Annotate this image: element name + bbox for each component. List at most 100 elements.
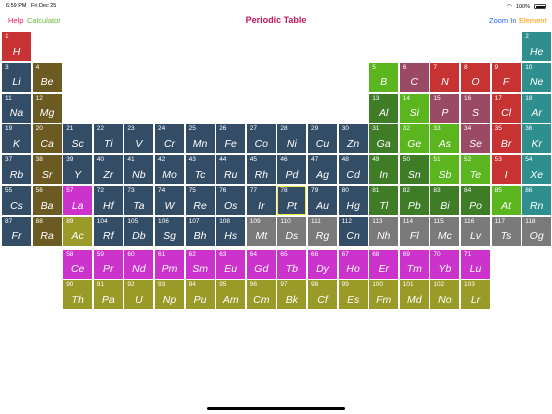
element-cell-rf[interactable]: 104 Rf xyxy=(93,216,123,246)
element-cell-c[interactable]: 6C xyxy=(399,62,429,92)
element-cell-re[interactable]: 75 Re xyxy=(185,186,215,215)
element-cell-mo[interactable]: 42 Mo xyxy=(155,155,184,185)
element-cell-eu[interactable]: 63 Eu xyxy=(216,249,246,279)
element-cell-cs[interactable]: 55 Cs xyxy=(2,186,31,215)
element-cell-se[interactable]: 34 Se xyxy=(461,124,490,154)
element-cell-pr[interactable]: 59 Pr xyxy=(93,249,123,279)
element-cell-fr[interactable]: 87 Fr xyxy=(2,216,31,246)
element-cell-si[interactable]: 14 Si xyxy=(399,93,429,123)
element-cell-rg[interactable]: 111 Rg xyxy=(308,216,337,246)
element-cell-at[interactable]: 85 At xyxy=(491,186,521,215)
element-cell-cn[interactable]: 112 Cn xyxy=(338,216,368,246)
element-cell-pm[interactable]: 61 Pm xyxy=(155,249,184,279)
element-cell-tc[interactable]: 43 Tc xyxy=(185,155,215,185)
element-cell-sg[interactable]: 106 Sg xyxy=(155,216,184,246)
element-cell-np[interactable]: 93 Np xyxy=(155,280,184,310)
element-cell-cl[interactable]: 17 Cl xyxy=(491,93,521,123)
element-cell-au[interactable]: 79 Au xyxy=(308,186,337,215)
element-cell-ra[interactable]: 88 Ra xyxy=(32,216,62,246)
element-cell-ho[interactable]: 67 Ho xyxy=(338,249,368,279)
element-cell-pb[interactable]: 82 Pb xyxy=(399,186,429,215)
element-cell-as[interactable]: 33 As xyxy=(430,124,460,154)
element-cell-no[interactable]: 102 No xyxy=(430,280,460,310)
element-cell-y[interactable]: 39 Y xyxy=(63,155,93,185)
element-cell-ne[interactable]: 10 Ne xyxy=(522,62,552,92)
element-cell-rn[interactable]: 86 Rn xyxy=(522,186,552,215)
element-cell-al[interactable]: 13 Al xyxy=(369,93,399,123)
element-cell-ca[interactable]: 20 Ca xyxy=(32,124,62,154)
element-cell-la[interactable]: 57 La xyxy=(63,186,93,215)
element-cell-hf[interactable]: 72 Hf xyxy=(93,186,123,215)
element-cell-pt[interactable]: 78 Pt xyxy=(277,186,307,215)
element-cell-tm[interactable]: 69 Tm xyxy=(399,249,429,279)
element-cell-be[interactable]: 4 Be xyxy=(32,62,62,92)
element-cell-pd[interactable]: 46 Pd xyxy=(277,155,307,185)
element-cell-nh[interactable]: 113 Nh xyxy=(369,216,399,246)
element-cell-am[interactable]: 95 Am xyxy=(216,280,246,310)
element-cell-md[interactable]: 101 Md xyxy=(399,280,429,310)
element-cell-na[interactable]: 11 Na xyxy=(2,93,31,123)
element-cell-cm[interactable]: 96 Cm xyxy=(246,280,276,310)
element-cell-sm[interactable]: 62 Sm xyxy=(185,249,215,279)
element-cell-ti[interactable]: 22 Ti xyxy=(93,124,123,154)
element-cell-i[interactable]: 53 I xyxy=(491,155,521,185)
element-cell-nd[interactable]: 60 Nd xyxy=(124,249,154,279)
element-cell-br[interactable]: 35 Br xyxy=(491,124,521,154)
element-cell-ba[interactable]: 56 Ba xyxy=(32,186,62,215)
element-cell-h[interactable]: 1H xyxy=(2,32,31,61)
element-cell-fl[interactable]: 114 Fl xyxy=(399,216,429,246)
element-cell-o[interactable]: 8O xyxy=(461,62,490,92)
element-cell-zr[interactable]: 40 Zr xyxy=(93,155,123,185)
element-cell-xe[interactable]: 54 Xe xyxy=(522,155,552,185)
element-cell-n[interactable]: 7N xyxy=(430,62,460,92)
element-cell-ts[interactable]: 117 Ts xyxy=(491,216,521,246)
element-cell-gd[interactable]: 64 Gd xyxy=(246,249,276,279)
element-cell-p[interactable]: 15 P xyxy=(430,93,460,123)
element-cell-dy[interactable]: 66 Dy xyxy=(308,249,337,279)
element-cell-ds[interactable]: 110 Ds xyxy=(277,216,307,246)
element-cell-cr[interactable]: 24 Cr xyxy=(155,124,184,154)
element-cell-co[interactable]: 27 Co xyxy=(246,124,276,154)
element-cell-li[interactable]: 3 Li xyxy=(2,62,31,92)
element-cell-sr[interactable]: 38 Sr xyxy=(32,155,62,185)
element-cell-te[interactable]: 52 Te xyxy=(461,155,490,185)
element-cell-pu[interactable]: 94 Pu xyxy=(185,280,215,310)
element-cell-mn[interactable]: 25 Mn xyxy=(185,124,215,154)
element-cell-es[interactable]: 99 Es xyxy=(338,280,368,310)
element-cell-og[interactable]: 118 Og xyxy=(522,216,552,246)
element-cell-os[interactable]: 76 Os xyxy=(216,186,246,215)
element-cell-ag[interactable]: 47 Ag xyxy=(308,155,337,185)
element-cell-yb[interactable]: 70 Yb xyxy=(430,249,460,279)
element-cell-po[interactable]: 84 Po xyxy=(461,186,490,215)
element-cell-tb[interactable]: 65 Tb xyxy=(277,249,307,279)
element-cell-s[interactable]: 16 S xyxy=(461,93,490,123)
element-cell-ru[interactable]: 44 Ru xyxy=(216,155,246,185)
element-cell-v[interactable]: 23 V xyxy=(124,124,154,154)
element-cell-nb[interactable]: 41 Nb xyxy=(124,155,154,185)
element-cell-cf[interactable]: 98 Cf xyxy=(308,280,337,310)
element-cell-in[interactable]: 49 In xyxy=(369,155,399,185)
home-indicator[interactable] xyxy=(207,407,345,410)
element-cell-sb[interactable]: 51 Sb xyxy=(430,155,460,185)
element-cell-ir[interactable]: 77 Ir xyxy=(246,186,276,215)
element-cell-rb[interactable]: 37 Rb xyxy=(2,155,31,185)
element-cell-ta[interactable]: 73 Ta xyxy=(124,186,154,215)
element-cell-zn[interactable]: 30 Zn xyxy=(338,124,368,154)
element-cell-er[interactable]: 68 Er xyxy=(369,249,399,279)
element-cell-mc[interactable]: 115 Mc xyxy=(430,216,460,246)
element-cell-ge[interactable]: 32 Ge xyxy=(399,124,429,154)
element-cell-fe[interactable]: 26 Fe xyxy=(216,124,246,154)
element-cell-he[interactable]: 2 He xyxy=(522,32,552,61)
element-cell-k[interactable]: 19 K xyxy=(2,124,31,154)
element-cell-ce[interactable]: 58 Ce xyxy=(63,249,93,279)
element-cell-bk[interactable]: 97 Bk xyxy=(277,280,307,310)
element-cell-hs[interactable]: 108 Hs xyxy=(216,216,246,246)
element-cell-db[interactable]: 105 Db xyxy=(124,216,154,246)
element-cell-mt[interactable]: 109 Mt xyxy=(246,216,276,246)
element-cell-pa[interactable]: 91 Pa xyxy=(93,280,123,310)
element-cell-ga[interactable]: 31 Ga xyxy=(369,124,399,154)
element-cell-f[interactable]: 9F xyxy=(491,62,521,92)
element-cell-lu[interactable]: 71 Lu xyxy=(461,249,490,279)
element-cell-u[interactable]: 92 U xyxy=(124,280,154,310)
element-cell-ac[interactable]: 89 Ac xyxy=(63,216,93,246)
